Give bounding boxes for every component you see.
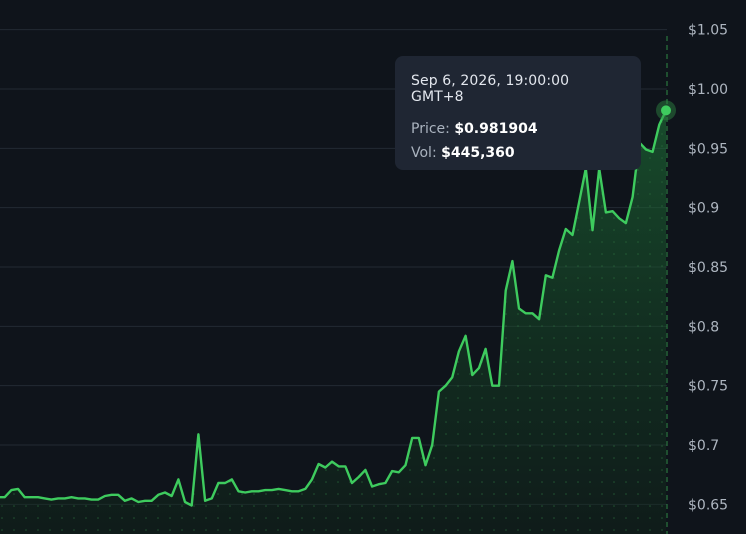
hover-point [661,105,671,116]
y-tick-label: $0.7 [688,438,719,454]
y-axis: $0.65 $0.7 $0.75 $0.8 $0.85 $0.9 $0.95 $1.00 $1.… [688,23,728,514]
tooltip-date: Sep 6, 2026, 19:00:00 GMT+8 [411,73,570,105]
price-tooltip: Sep 6, 2026, 19:00:00 GMT+8 Price: $0.98… [395,56,641,170]
y-tick-label: $0.65 [688,497,728,513]
y-tick-label: $0.9 [688,201,719,217]
tooltip-vol-label: Vol: [411,145,437,161]
tooltip-price-label: Price: [411,121,450,137]
y-tick-label: $0.85 [688,260,728,276]
y-tick-label: $0.8 [688,319,719,335]
tooltip-vol-row: Vol: $445,360 [411,145,625,161]
tooltip-vol-value: $445,360 [441,145,515,161]
area-dots [0,110,666,534]
y-tick-label: $1.00 [688,82,728,98]
tooltip-price-value: $0.981904 [454,121,538,137]
y-tick-label: $1.05 [688,23,728,39]
tooltip-price-row: Price: $0.981904 [411,121,625,137]
y-tick-label: $0.75 [688,379,728,395]
price-area [0,110,666,534]
y-tick-label: $0.95 [688,141,728,157]
